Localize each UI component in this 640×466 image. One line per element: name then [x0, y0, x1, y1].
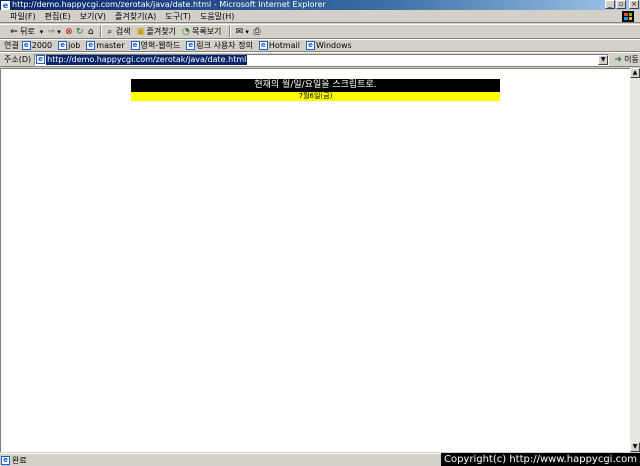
home-icon[interactable]: ⌂	[86, 27, 96, 37]
address-dropdown-icon[interactable]: ▼	[598, 54, 609, 65]
toolbar-divider	[229, 26, 232, 37]
address-url[interactable]: http://demo.happycgi.com/zerotak/java/da…	[46, 54, 248, 65]
page-icon: e	[36, 55, 46, 64]
page-icon: e	[21, 41, 31, 50]
ie-logo-icon: e	[1, 0, 10, 10]
menu-view[interactable]: 보기(V)	[80, 11, 106, 22]
address-bar: 주소(D) e http://demo.happycgi.com/zerotak…	[0, 52, 640, 67]
go-arrow-icon: ➜	[614, 54, 622, 65]
go-label: 이동	[624, 55, 639, 64]
menu-tools[interactable]: 도구(T)	[165, 11, 191, 22]
forward-arrow-icon[interactable]: ⇒	[46, 27, 56, 37]
title-bar: e http://demo.happycgi.com/zerotak/java/…	[0, 0, 640, 10]
page-icon: e	[130, 41, 140, 50]
history-button[interactable]: ◔ 목록보기	[181, 26, 221, 37]
back-button[interactable]: ⇐ 뒤로	[9, 26, 35, 37]
go-button[interactable]: ➜ 이동	[613, 54, 639, 65]
restore-button[interactable]: ▫	[616, 0, 626, 9]
stop-icon[interactable]: ⊗	[64, 27, 74, 37]
address-input[interactable]: e http://demo.happycgi.com/zerotak/java/…	[34, 53, 610, 66]
link-label: 링크 사용자 정의	[196, 41, 253, 50]
windows-logo-icon	[622, 11, 634, 22]
vertical-scrollbar[interactable]: ▲ ▼	[630, 68, 640, 452]
page-icon: e	[306, 41, 315, 50]
page-icon: e	[86, 41, 96, 50]
link-label: job	[68, 41, 81, 50]
links-label: 연결	[4, 41, 19, 50]
link-label: Hotmail	[268, 41, 300, 50]
menu-edit[interactable]: 편집(E)	[45, 11, 71, 22]
address-label: 주소(D)	[4, 55, 32, 64]
refresh-icon[interactable]: ↻	[75, 27, 85, 37]
link-item[interactable]: e master	[86, 41, 125, 50]
menu-bar: 파일(F) 편집(E) 보기(V) 즐겨찾기(A) 도구(T) 도움말(H)	[0, 10, 640, 23]
current-date: 7월6일(금)	[131, 92, 500, 101]
minimize-button[interactable]: _	[605, 0, 615, 9]
close-button[interactable]: ×	[629, 0, 639, 9]
page-icon: e	[186, 41, 196, 50]
back-arrow-icon: ⇐	[10, 26, 18, 37]
history-icon: ◔	[182, 26, 190, 37]
history-label: 목록보기	[191, 27, 222, 36]
standard-toolbar: ⇐ 뒤로 ▾ ⇒ ▾ ⊗ ↻ ⌂ ⌕ 검색 ▣ 즐겨찾기 ◔ 목록보기 ✉ ▾ …	[0, 24, 640, 39]
search-label: 검색	[115, 27, 131, 36]
link-label: master	[96, 41, 125, 50]
link-label: 영혁-웹하드	[140, 41, 181, 50]
page-icon: e	[58, 41, 68, 50]
mail-dropdown-icon[interactable]: ▾	[245, 28, 249, 36]
window-controls: _ ▫ ×	[605, 0, 639, 9]
link-item[interactable]: e 2000	[21, 41, 53, 50]
page-icon: e	[258, 41, 268, 50]
scroll-down-button[interactable]: ▼	[630, 442, 640, 452]
search-icon: ⌕	[107, 26, 113, 37]
toolbar-divider	[99, 26, 102, 37]
page-content: 현재의 월/일/요일을 스크립트로. 7월6일(금)	[0, 68, 630, 452]
back-label: 뒤로	[20, 27, 35, 36]
menu-file[interactable]: 파일(F)	[10, 11, 36, 22]
menu-favorites[interactable]: 즐겨찾기(A)	[115, 11, 156, 22]
link-item[interactable]: e 링크 사용자 정의	[186, 40, 253, 51]
banner-heading: 현재의 월/일/요일을 스크립트로.	[131, 79, 500, 92]
copyright-watermark: Copyright(c) http://www.happycgi.com	[440, 453, 640, 466]
forward-dropdown-icon[interactable]: ▾	[57, 28, 61, 36]
page-icon: e	[1, 455, 10, 465]
link-label: 2000	[31, 41, 53, 50]
link-item[interactable]: e job	[58, 41, 80, 50]
search-button[interactable]: ⌕ 검색	[105, 26, 131, 37]
scroll-up-button[interactable]: ▲	[630, 68, 640, 78]
link-item[interactable]: e Windows	[306, 41, 352, 50]
link-label: Windows	[316, 41, 352, 50]
print-icon[interactable]: ⎙	[252, 27, 262, 37]
links-bar: 연결 e 2000 e job e master e 영혁-웹하드 e 링크 사…	[0, 39, 640, 52]
date-banner: 현재의 월/일/요일을 스크립트로. 7월6일(금)	[131, 79, 500, 102]
favorites-button[interactable]: ▣ 즐겨찾기	[136, 26, 176, 37]
link-item[interactable]: e 영혁-웹하드	[130, 40, 181, 51]
mail-icon[interactable]: ✉	[234, 27, 244, 37]
status-text: 완료	[12, 455, 27, 465]
favorites-label: 즐겨찾기	[146, 27, 176, 36]
back-dropdown-icon[interactable]: ▾	[40, 28, 44, 36]
favorites-icon: ▣	[136, 26, 145, 37]
menu-help[interactable]: 도움말(H)	[200, 11, 234, 22]
window-title: http://demo.happycgi.com/zerotak/java/da…	[12, 0, 326, 9]
link-item[interactable]: e Hotmail	[258, 41, 300, 50]
